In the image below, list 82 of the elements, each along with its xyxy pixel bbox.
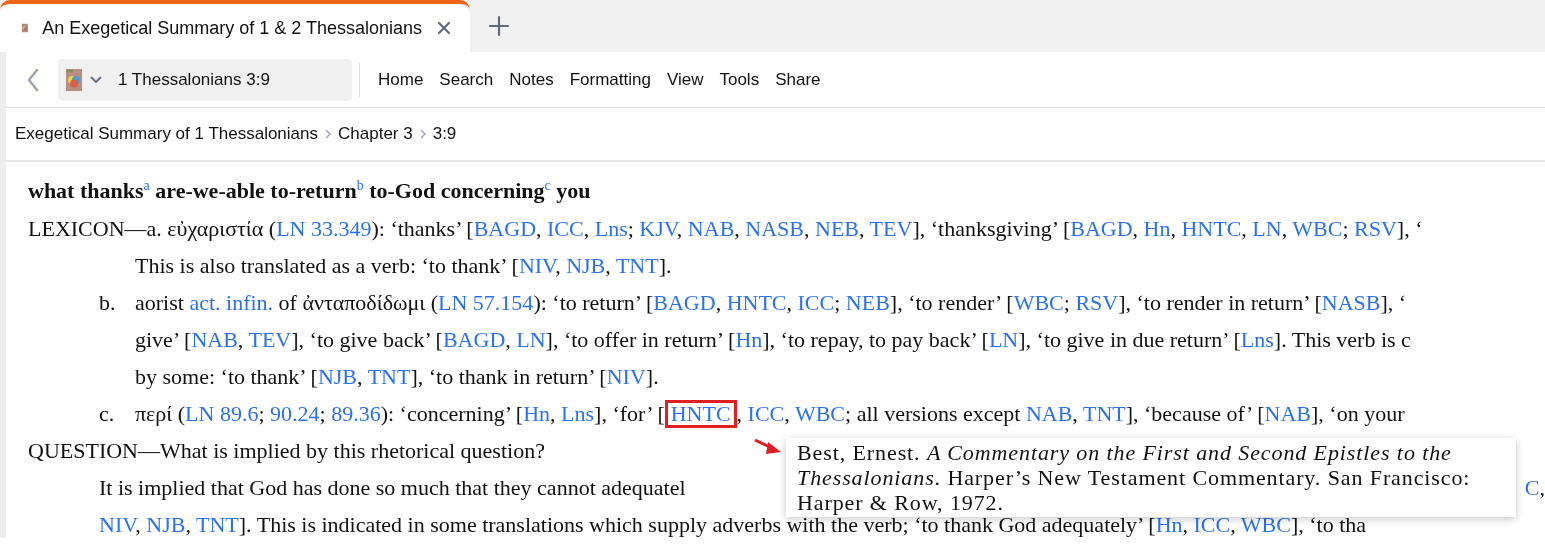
- citation-link[interactable]: NJB: [317, 364, 357, 390]
- citation-link[interactable]: NJB: [566, 253, 606, 279]
- citation-link[interactable]: ICC: [747, 401, 785, 427]
- citation-link[interactable]: LN: [1252, 216, 1282, 242]
- citation-link[interactable]: Hn: [735, 327, 763, 353]
- citation-link[interactable]: TEV: [248, 327, 292, 353]
- citation-link[interactable]: HNTC: [1181, 216, 1242, 242]
- breadcrumb-item[interactable]: 3:9: [432, 124, 457, 144]
- menu-item[interactable]: View: [658, 69, 712, 90]
- caret-icon[interactable]: [90, 75, 102, 84]
- entry-line: This is also translated as a verb: ‘to thank’ [NIV, NJB, TNT].: [134, 253, 672, 280]
- citation-link[interactable]: NJB: [146, 512, 186, 538]
- menu-item[interactable]: Notes: [501, 69, 562, 90]
- entry-line: περί (LN 89.6; 90.24; 89.36): ‘concerning’ [Hn, Lns], ‘for’ [ HNTC , ICC, WBC; all versions except NAB, TNT], ‘because of’ [NAB], ‘on your: [135, 401, 1405, 428]
- citation-link[interactable]: ICC: [797, 290, 835, 316]
- citation-link[interactable]: LN 89.6: [185, 401, 259, 427]
- citation-link[interactable]: act. infin.: [189, 290, 274, 316]
- citation-link[interactable]: NAB: [687, 216, 735, 242]
- citation-link[interactable]: TNT: [367, 364, 411, 390]
- citation-link[interactable]: NASB: [745, 216, 804, 242]
- citation-link[interactable]: Hn: [523, 401, 551, 427]
- citation-link[interactable]: NAB: [1025, 401, 1073, 427]
- citation-link[interactable]: NEB: [815, 216, 859, 242]
- entry-line: by some: ‘to thank’ [NJB, TNT], ‘to thank in return’ [NIV].: [135, 364, 659, 391]
- document-tab[interactable]: An Exegetical Summary of 1 & 2 Thessalonians: [0, 0, 470, 52]
- menu-item[interactable]: Home: [370, 69, 432, 90]
- close-icon[interactable]: [436, 20, 452, 36]
- citation-link[interactable]: LN 33.349: [276, 216, 372, 242]
- menu-item[interactable]: Tools: [711, 69, 768, 90]
- resource-selector[interactable]: 1 Thessalonians 3:9: [58, 58, 352, 101]
- citation-link[interactable]: ICC: [547, 216, 584, 242]
- citation-link[interactable]: BAGD: [442, 327, 506, 353]
- citation-link[interactable]: NIV: [606, 364, 646, 390]
- entry-line: give’ [NAB, TEV], ‘to give back’ [BAGD, LN], ‘to offer in return’ [Hn], ‘to repay, to pay back’ [LN], ‘to give in due return’ [Lns]. This verb is c: [135, 327, 1411, 354]
- citation-link[interactable]: WBC: [794, 401, 846, 427]
- item-label: c.: [99, 401, 116, 428]
- citation-link[interactable]: BAGD: [1070, 216, 1133, 242]
- verse-heading: what thanks$^{a}$ are-we-able to-return$^{b}$ to-God concerning$^{c}$ you: [28, 177, 591, 205]
- citation-link[interactable]: C: [1524, 475, 1540, 501]
- back-icon[interactable]: [26, 67, 40, 92]
- citation-link[interactable]: Lns: [561, 401, 595, 427]
- citation-link[interactable]: LN 57.154: [438, 290, 534, 316]
- citation-link[interactable]: LN: [516, 327, 546, 353]
- citation-link[interactable]: NAB: [191, 327, 238, 353]
- citation-link[interactable]: NAB: [1264, 401, 1311, 427]
- breadcrumb-item[interactable]: Chapter 3: [338, 124, 413, 144]
- menu-item[interactable]: Search: [431, 69, 502, 90]
- citation-link[interactable]: Lns: [594, 216, 628, 242]
- breadcrumb-item[interactable]: Exegetical Summary of 1 Thessalonians: [15, 124, 318, 144]
- entry-line: QUESTION—What is implied by this rhetorical question?: [28, 438, 545, 465]
- citation-link[interactable]: Lns: [1240, 327, 1274, 353]
- citation-link[interactable]: TEV: [869, 216, 913, 242]
- citation-link[interactable]: TNT: [615, 253, 659, 279]
- entry-line: LEXICON—a. εὐχαριστία (LN 33.349): ‘thanks’ [BAGD, ICC, Lns; KJV, NAB, NASB, NEB, TEV], ‘thanksgiving’ [BAGD, Hn, HNTC, LN, WBC; RSV], ‘: [28, 216, 1423, 243]
- citation-link[interactable]: TNT: [1082, 401, 1126, 427]
- citation-link[interactable]: WBC: [1292, 216, 1343, 242]
- chevron-icon[interactable]: [419, 129, 426, 139]
- entry-line: aorist act. infin. of ἀνταποδίδωμι (LN 57.154): ‘to return’ [BAGD, HNTC, ICC; NEB], ‘to render’ [WBC; RSV], ‘to render in return’ [NASB], ‘: [135, 290, 1407, 317]
- citation-link[interactable]: 90.24: [270, 401, 320, 427]
- chevron-icon[interactable]: [325, 129, 331, 139]
- citation-link[interactable]: TNT: [196, 512, 239, 538]
- citation-link[interactable]: HNTC: [664, 400, 737, 429]
- citation-link[interactable]: RSV: [1354, 216, 1397, 242]
- item-label: b.: [99, 290, 117, 318]
- citation-link[interactable]: WBC: [1013, 290, 1064, 316]
- citation-link[interactable]: NIV: [518, 253, 556, 279]
- citation-link[interactable]: NIV: [99, 512, 136, 538]
- citation-link[interactable]: KJV: [639, 216, 677, 242]
- citation-link[interactable]: Hn: [1143, 216, 1171, 242]
- citation-link[interactable]: RSV: [1075, 290, 1119, 316]
- citation-text: Best, Ernest. A Commentary on the First and Second Epistles to the Thessalonians. Harper’s New Testament Commentary. San Francisco: Harper & Row, 1972.: [797, 440, 1472, 515]
- citation-link[interactable]: BAGD: [473, 216, 537, 242]
- citation-link[interactable]: BAGD: [653, 290, 716, 316]
- citation-link[interactable]: LN: [988, 327, 1019, 353]
- menu-item[interactable]: Formatting: [561, 69, 659, 90]
- plus-icon[interactable]: [488, 15, 510, 37]
- citation-link[interactable]: HNTC: [726, 290, 787, 316]
- citation-link[interactable]: NEB: [845, 290, 890, 316]
- menu-item[interactable]: Share: [767, 69, 829, 90]
- citation-link[interactable]: 89.36: [331, 401, 381, 427]
- citation-link[interactable]: NASB: [1321, 290, 1381, 316]
- book-icon[interactable]: [66, 68, 82, 91]
